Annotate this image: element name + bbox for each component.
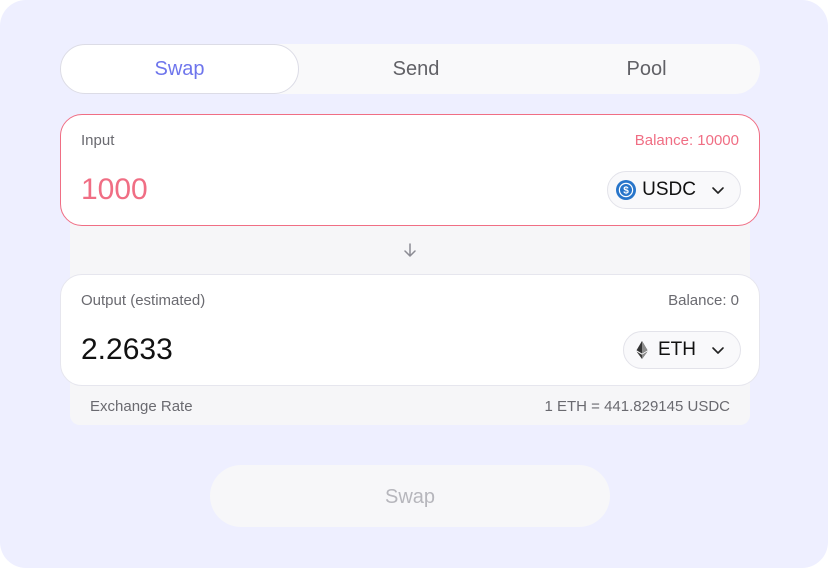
eth-icon: [636, 341, 648, 359]
exchange-rate-bar: Exchange Rate 1 ETH = 441.829145 USDC: [70, 380, 750, 425]
input-label: Input: [81, 132, 115, 149]
swap-button[interactable]: Swap: [210, 465, 610, 527]
input-balance: Balance: 10000: [634, 132, 739, 149]
input-token-symbol: USDC: [642, 179, 696, 200]
usdc-icon: $: [616, 180, 637, 200]
tab-bar: Swap Send Pool: [60, 44, 760, 94]
arrow-down-icon[interactable]: [400, 240, 420, 260]
exchange-rate-value: 1 ETH = 441.829145 USDC: [544, 398, 730, 415]
output-panel: Output (estimated) Balance: 0 ETH: [60, 274, 760, 386]
output-balance: Balance: 0: [668, 292, 739, 309]
chevron-down-icon: [712, 347, 724, 354]
output-amount-field[interactable]: [81, 333, 461, 367]
input-amount-field[interactable]: [81, 173, 461, 207]
input-panel: Input Balance: 10000 $ USDC: [60, 114, 760, 226]
chevron-down-icon: [712, 187, 724, 194]
output-label: Output (estimated): [81, 292, 206, 309]
svg-text:$: $: [623, 186, 629, 197]
output-token-select[interactable]: ETH: [623, 331, 741, 369]
tab-send[interactable]: Send: [299, 44, 533, 94]
exchange-rate-label: Exchange Rate: [90, 398, 193, 415]
input-token-select[interactable]: $ USDC: [607, 171, 741, 209]
tab-swap[interactable]: Swap: [60, 44, 299, 94]
tab-pool[interactable]: Pool: [533, 44, 760, 94]
output-token-symbol: ETH: [658, 339, 696, 360]
swap-widget: Swap Send Pool Exchange Rate 1 ETH = 441…: [0, 0, 828, 568]
